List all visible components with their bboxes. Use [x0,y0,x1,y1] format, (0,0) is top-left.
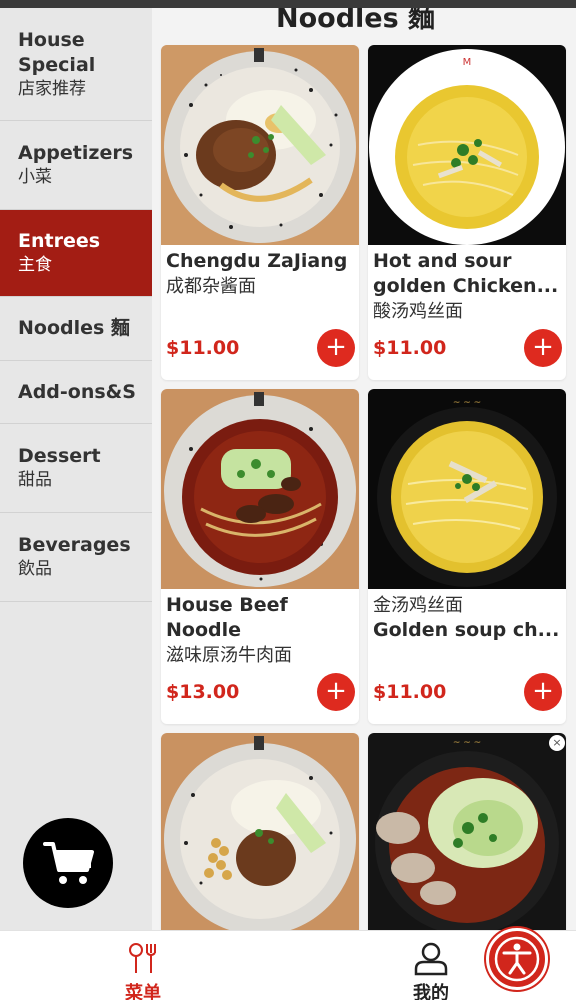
menu-item-card[interactable]: Chengdu ZaJiang 成都杂酱面 $11.00 + [161,45,359,380]
category-appetizers[interactable]: Appetizers 小菜 [0,121,152,210]
nav-mine[interactable]: 我的 [396,939,466,1000]
add-to-cart-button[interactable]: + [524,673,562,711]
category-house-special[interactable]: House Special 店家推荐 [0,8,152,121]
category-label-zh: 小菜 [18,167,52,187]
nav-menu-label: 菜单 [125,983,161,1000]
item-name: House Beef [166,594,288,616]
menu-item-card[interactable]: ~ ~ ~ × [368,733,566,930]
category-label: Noodles 麵 [18,317,130,339]
svg-text:M: M [463,57,472,68]
menu-item-card[interactable]: ~ ~ ~ 金汤鸡丝面 Golden soup ch... $11.00 + [368,389,566,724]
item-price: $13.00 [166,681,240,703]
item-name: Golden soup ch... [373,619,560,641]
user-icon [414,942,448,976]
nav-mine-label: 我的 [413,983,449,1000]
add-to-cart-button[interactable]: + [317,329,355,367]
cart-icon [43,842,94,884]
category-label-zh: 甜品 [18,470,52,490]
category-label: Entrees [18,230,101,252]
status-bar-strip [0,0,576,8]
category-label: Add-ons&S [18,380,136,403]
item-price: $11.00 [373,337,447,359]
item-price: $11.00 [166,337,240,359]
item-name-zh: 酸汤鸡丝面 [373,301,463,322]
dish-photo-hot-sour-chicken: M [368,45,566,245]
menu-item-card[interactable]: House Beef Noodle 滋味原汤牛肉面 $13.00 + [161,389,359,724]
category-label-zh: 主食 [18,255,52,275]
category-add-ons[interactable]: Add-ons&S [0,361,152,424]
utensils-icon [129,943,156,973]
category-label-zh: 飲品 [18,559,52,579]
svg-text:~ ~ ~: ~ ~ ~ [453,398,481,408]
category-entrees[interactable]: Entrees 主食 [0,210,152,297]
close-icon[interactable]: × [549,735,565,751]
dish-photo-golden-soup-chicken: ~ ~ ~ [368,389,566,589]
item-price: $11.00 [373,681,447,703]
category-label-zh: 店家推荐 [18,78,86,99]
accessibility-button[interactable] [486,928,548,990]
menu-item-card[interactable] [161,733,359,930]
accessibility-icon [494,936,540,982]
cart-button[interactable] [23,818,113,908]
dish-photo-beef-cabbage-noodle: ~ ~ ~ [368,733,566,930]
item-name: Chengdu ZaJiang [166,250,348,272]
section-title: Noodles 麵 [276,8,436,34]
item-name: Hot and sour [373,250,512,272]
item-name-line2: Noodle [166,619,242,641]
add-to-cart-button[interactable]: + [317,673,355,711]
dish-photo-house-beef-noodle [161,389,359,589]
item-name-zh: 金汤鸡丝面 [373,595,463,616]
item-name-line2: golden Chicken... [373,275,559,297]
category-label: House Special [18,28,96,76]
category-label: Beverages [18,534,131,556]
nav-menu[interactable]: 菜单 [108,939,178,1000]
category-label: Dessert [18,445,101,467]
menu-items-panel[interactable]: Noodles 麵 Chengdu ZaJiang 成都杂酱面 $11.00 +… [152,8,576,930]
dish-photo-zajiang [161,45,359,245]
category-label: Appetizers [18,142,134,164]
category-dessert[interactable]: Dessert 甜品 [0,424,152,513]
category-sidebar: House Special 店家推荐 Appetizers 小菜 Entrees… [0,8,152,930]
svg-text:~ ~ ~: ~ ~ ~ [453,738,481,748]
category-noodles[interactable]: Noodles 麵 [0,297,152,361]
dish-photo-zajiang-soybean [161,733,359,930]
category-beverages[interactable]: Beverages 飲品 [0,513,152,602]
item-name-zh: 滋味原汤牛肉面 [166,645,292,666]
menu-item-card[interactable]: M Hot and sour golden Chicken... 酸汤鸡丝面 $… [368,45,566,380]
item-name-zh: 成都杂酱面 [166,276,256,297]
add-to-cart-button[interactable]: + [524,329,562,367]
